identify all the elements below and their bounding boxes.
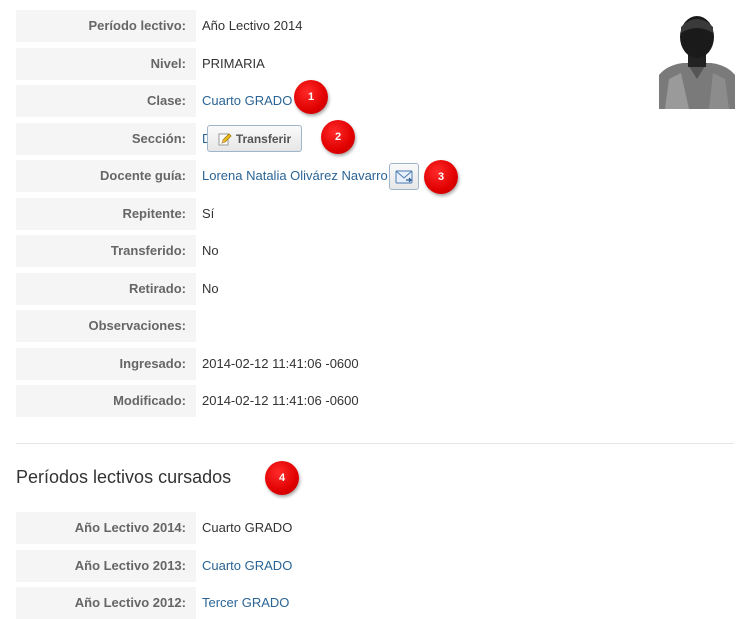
- field-value: 2014-02-12 11:41:06 -0600: [202, 393, 359, 408]
- field-label: Nivel:: [16, 48, 196, 80]
- field-value: Sí: [202, 206, 215, 221]
- callout-badge-3: 3: [424, 160, 458, 194]
- field-label: Docente guía:: [16, 160, 196, 192]
- transfer-button-label: Transferir: [235, 131, 292, 146]
- field-row-transferido: Transferido: No: [16, 235, 716, 267]
- pencil-icon: [218, 132, 232, 146]
- history-label: Año Lectivo 2014:: [16, 512, 196, 544]
- field-value: No: [202, 281, 219, 296]
- history-title: Períodos lectivos cursados: [16, 467, 232, 487]
- callout-badge-2: 2: [321, 120, 355, 154]
- field-label: Retirado:: [16, 273, 196, 305]
- field-value: 2014-02-12 11:41:06 -0600: [202, 356, 359, 371]
- field-row-ingresado: Ingresado: 2014-02-12 11:41:06 -0600: [16, 348, 716, 380]
- send-message-button[interactable]: [389, 163, 419, 190]
- student-photo: [659, 13, 735, 109]
- docente-link[interactable]: Lorena Natalia Olivárez Navarro: [202, 160, 388, 192]
- field-row-nivel: Nivel: PRIMARIA: [16, 48, 716, 80]
- field-label: Período lectivo:: [16, 10, 196, 42]
- field-row-observaciones: Observaciones:: [16, 310, 716, 342]
- clase-link[interactable]: Cuarto GRADO: [202, 85, 292, 117]
- field-row-seccion: Sección: D: [16, 123, 716, 155]
- history-row: Año Lectivo 2012: Tercer GRADO: [16, 587, 716, 619]
- section-divider: [16, 443, 734, 444]
- field-row-repitente: Repitente: Sí: [16, 198, 716, 230]
- history-row: Año Lectivo 2013: Cuarto GRADO: [16, 550, 716, 582]
- field-value: Año Lectivo 2014: [202, 18, 303, 33]
- history-link-2012[interactable]: Tercer GRADO: [202, 587, 289, 619]
- callout-badge-1: 1: [294, 80, 328, 114]
- field-label: Repitente:: [16, 198, 196, 230]
- history-row: Año Lectivo 2014: Cuarto GRADO: [16, 512, 716, 544]
- field-label: Transferido:: [16, 235, 196, 267]
- field-row-periodo: Período lectivo: Año Lectivo 2014: [16, 10, 716, 42]
- transfer-button[interactable]: Transferir: [207, 125, 302, 152]
- field-label: Observaciones:: [16, 310, 196, 342]
- field-label: Clase:: [16, 85, 196, 117]
- history-label: Año Lectivo 2012:: [16, 587, 196, 619]
- field-row-modificado: Modificado: 2014-02-12 11:41:06 -0600: [16, 385, 716, 417]
- field-value: PRIMARIA: [202, 56, 265, 71]
- history-link-2013[interactable]: Cuarto GRADO: [202, 550, 292, 582]
- callout-badge-4: 4: [265, 461, 299, 495]
- envelope-icon: [395, 170, 413, 184]
- field-label: Sección:: [16, 123, 196, 155]
- field-row-clase: Clase: Cuarto GRADO: [16, 85, 716, 117]
- history-value: Cuarto GRADO: [202, 520, 293, 535]
- field-row-retirado: Retirado: No: [16, 273, 716, 305]
- field-label: Ingresado:: [16, 348, 196, 380]
- field-value: No: [202, 243, 219, 258]
- field-row-docente: Docente guía: Lorena Natalia Olivárez Na…: [16, 160, 716, 192]
- field-label: Modificado:: [16, 385, 196, 417]
- history-label: Año Lectivo 2013:: [16, 550, 196, 582]
